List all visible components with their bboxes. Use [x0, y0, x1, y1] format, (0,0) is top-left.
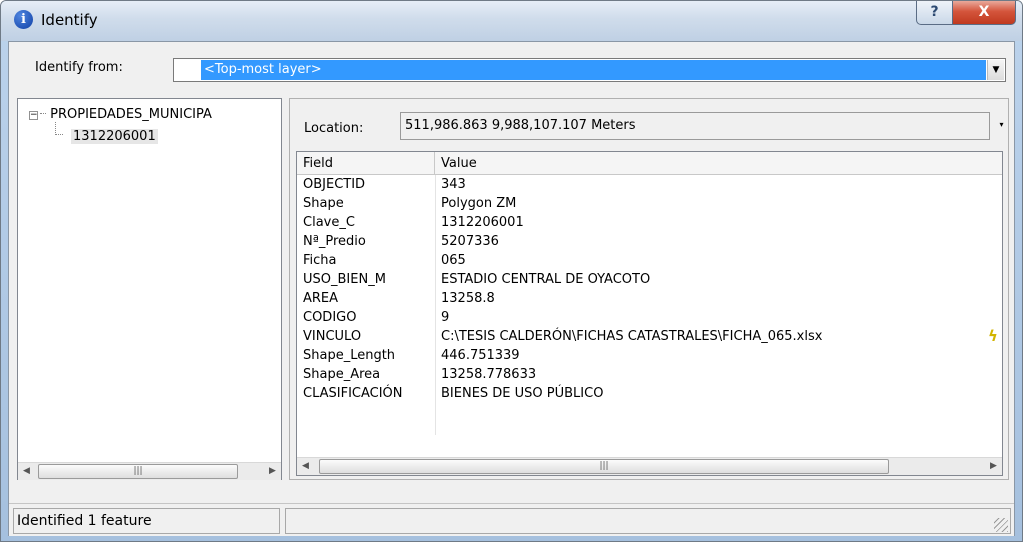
feature-tree: − PROPIEDADES_MUNICIPA 1312206001 ◀ ||| … — [17, 98, 282, 480]
table-row[interactable]: VINCULO C:\TESIS CALDERÓN\FICHAS CATASTRA… — [297, 327, 1002, 346]
scroll-right-icon[interactable]: ▶ — [985, 458, 1002, 475]
scroll-left-icon[interactable]: ◀ — [297, 458, 314, 475]
attribute-grid: Field Value OBJECTID 343 Shape Polygon ZM … — [296, 151, 1003, 476]
grid-horizontal-scrollbar[interactable]: ◀ ||| ▶ — [297, 457, 1002, 475]
status-text: Identified 1 feature — [13, 508, 280, 534]
field-name: AREA — [303, 291, 339, 306]
help-button[interactable]: ? — [916, 1, 953, 25]
location-menu-icon[interactable]: ▾ — [996, 119, 1007, 130]
field-value: 13258.778633 — [441, 367, 537, 382]
hyperlink-value[interactable]: C:\TESIS CALDERÓN\FICHAS CATASTRALES\FIC… — [441, 327, 981, 346]
status-panel — [285, 508, 1011, 534]
field-name: USO_BIEN_M — [303, 272, 386, 287]
identify-from-row: Identify from: <Top-most layer> ▼ — [9, 42, 1014, 96]
grid-header: Field Value — [297, 152, 1002, 175]
dialog-body: Identify from: <Top-most layer> ▼ − PROP… — [8, 41, 1015, 536]
status-bar: Identified 1 feature — [9, 503, 1014, 536]
window-title: Identify — [41, 11, 98, 29]
identify-window: i Identify ? X Identify from: <Top-most … — [0, 0, 1023, 542]
identify-from-label: Identify from: — [35, 60, 123, 75]
field-value: 343 — [441, 177, 466, 192]
field-name: Shape_Area — [303, 367, 381, 382]
title-bar[interactable]: i Identify ? X — [1, 1, 1022, 41]
table-row[interactable]: Nª_Predio 5207336 — [297, 232, 1002, 251]
grid-rows: OBJECTID 343 Shape Polygon ZM Clave_C 13122… — [297, 175, 1002, 403]
location-value[interactable]: 511,986.863 9,988,107.107 Meters — [400, 112, 990, 140]
field-name: Nª_Predio — [303, 234, 366, 249]
field-value: 9 — [441, 310, 450, 325]
lightning-icon[interactable]: ϟ — [988, 328, 1000, 345]
resize-grip-icon[interactable] — [994, 518, 1008, 532]
tree-item-layer[interactable]: − PROPIEDADES_MUNICIPA — [29, 107, 212, 122]
tree-connector — [40, 113, 46, 114]
field-name: Clave_C — [303, 215, 355, 230]
table-row[interactable]: Shape_Length 446.751339 — [297, 346, 1002, 365]
layer-swatch — [175, 60, 199, 80]
table-row[interactable]: CODIGO 9 — [297, 308, 1002, 327]
tree-horizontal-scrollbar[interactable]: ◀ ||| ▶ — [18, 462, 281, 480]
field-value: 5207336 — [441, 234, 499, 249]
tree-item-layer-label: PROPIEDADES_MUNICIPA — [50, 107, 212, 122]
field-value: 13258.8 — [441, 291, 495, 306]
field-name: Shape_Length — [303, 348, 396, 363]
identify-from-selected: <Top-most layer> — [201, 60, 986, 80]
field-value: 065 — [441, 253, 466, 268]
field-value: 1312206001 — [441, 215, 524, 230]
scroll-right-icon[interactable]: ▶ — [264, 463, 281, 480]
field-value: BIENES DE USO PÚBLICO — [441, 386, 604, 401]
scroll-thumb[interactable]: ||| — [319, 459, 889, 474]
table-row[interactable]: Clave_C 1312206001 — [297, 213, 1002, 232]
field-name: OBJECTID — [303, 177, 366, 192]
field-value: Polygon ZM — [441, 196, 517, 211]
table-row[interactable]: OBJECTID 343 — [297, 175, 1002, 194]
chevron-down-icon[interactable]: ▼ — [987, 60, 1004, 80]
field-name: Shape — [303, 196, 344, 211]
table-row[interactable]: Shape Polygon ZM — [297, 194, 1002, 213]
table-row[interactable]: USO_BIEN_M ESTADIO CENTRAL DE OYACOTO — [297, 270, 1002, 289]
scroll-left-icon[interactable]: ◀ — [18, 463, 35, 480]
field-name: Ficha — [303, 253, 337, 268]
close-button[interactable]: X — [952, 1, 1016, 25]
column-header-field[interactable]: Field — [297, 152, 435, 175]
table-row[interactable]: CLASIFICACIÓN BIENES DE USO PÚBLICO — [297, 384, 1002, 403]
column-header-value[interactable]: Value — [435, 152, 1002, 175]
scroll-thumb[interactable]: ||| — [38, 464, 238, 479]
identify-results-pane: Location: 511,986.863 9,988,107.107 Mete… — [289, 98, 1009, 480]
info-icon: i — [14, 10, 33, 29]
tree-item-feature[interactable]: 1312206001 — [71, 129, 158, 144]
table-row[interactable]: Ficha 065 — [297, 251, 1002, 270]
collapse-icon[interactable]: − — [29, 111, 38, 120]
tree-connector-child — [55, 122, 63, 135]
field-name: CODIGO — [303, 310, 357, 325]
field-name: CLASIFICACIÓN — [303, 386, 403, 401]
field-value: 446.751339 — [441, 348, 520, 363]
field-value: ESTADIO CENTRAL DE OYACOTO — [441, 272, 651, 287]
field-name: VINCULO — [303, 329, 362, 344]
identify-from-dropdown[interactable]: <Top-most layer> ▼ — [173, 58, 1006, 82]
location-label: Location: — [304, 121, 364, 136]
table-row[interactable]: AREA 13258.8 — [297, 289, 1002, 308]
table-row[interactable]: Shape_Area 13258.778633 — [297, 365, 1002, 384]
